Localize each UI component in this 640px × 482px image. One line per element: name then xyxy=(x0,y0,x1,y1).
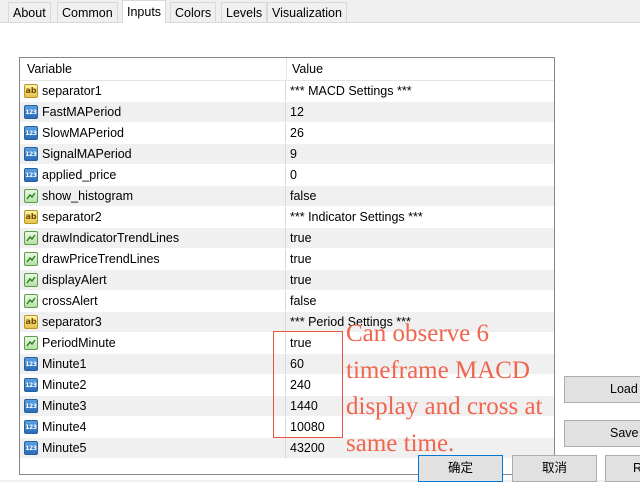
number-icon xyxy=(24,147,38,161)
table-row[interactable]: drawPriceTrendLines true xyxy=(20,249,554,270)
variable-cell[interactable]: Minute1 xyxy=(20,354,286,374)
value-cell[interactable]: true xyxy=(286,228,554,248)
variable-label: Minute3 xyxy=(42,399,87,413)
table-row[interactable]: separator1 *** MACD Settings *** xyxy=(20,81,554,102)
variable-cell[interactable]: separator3 xyxy=(20,312,286,332)
column-divider[interactable] xyxy=(286,58,287,81)
tab-levels[interactable]: Levels xyxy=(221,2,268,23)
number-icon xyxy=(24,441,38,455)
variable-label: displayAlert xyxy=(42,273,107,287)
annotation-text: Can observe 6 timeframe MACD display and… xyxy=(346,320,543,457)
variable-cell[interactable]: SlowMAPeriod xyxy=(20,123,286,143)
value-cell[interactable]: false xyxy=(286,291,554,311)
number-icon xyxy=(24,378,38,392)
variable-cell[interactable]: Minute4 xyxy=(20,417,286,437)
table-row[interactable]: SignalMAPeriod 9 xyxy=(20,144,554,165)
variable-label: drawIndicatorTrendLines xyxy=(42,231,180,245)
tab-about[interactable]: About xyxy=(8,2,51,23)
variable-label: separator1 xyxy=(42,84,102,98)
annotation-highlight-box xyxy=(273,331,343,438)
column-header-variable[interactable]: Variable xyxy=(27,58,72,80)
table-row[interactable]: displayAlert true xyxy=(20,270,554,291)
value-cell[interactable]: 0 xyxy=(286,165,554,185)
number-icon xyxy=(24,357,38,371)
table-row[interactable]: crossAlert false xyxy=(20,291,554,312)
value-cell[interactable]: true xyxy=(286,270,554,290)
table-row[interactable]: SlowMAPeriod 26 xyxy=(20,123,554,144)
variable-label: Minute1 xyxy=(42,357,87,371)
boolean-icon xyxy=(24,189,38,203)
tab-bar: About Common Inputs Colors Levels Visual… xyxy=(0,0,640,23)
boolean-icon xyxy=(24,273,38,287)
variable-cell[interactable]: separator2 xyxy=(20,207,286,227)
variable-cell[interactable]: displayAlert xyxy=(20,270,286,290)
variable-cell[interactable]: PeriodMinute xyxy=(20,333,286,353)
number-icon xyxy=(24,126,38,140)
column-header-value[interactable]: Value xyxy=(292,58,323,80)
variable-cell[interactable]: drawIndicatorTrendLines xyxy=(20,228,286,248)
variable-cell[interactable]: crossAlert xyxy=(20,291,286,311)
table-row[interactable]: separator2 *** Indicator Settings *** xyxy=(20,207,554,228)
variable-cell[interactable]: drawPriceTrendLines xyxy=(20,249,286,269)
value-cell[interactable]: false xyxy=(286,186,554,206)
variable-cell[interactable]: SignalMAPeriod xyxy=(20,144,286,164)
variable-label: Minute2 xyxy=(42,378,87,392)
boolean-icon xyxy=(24,336,38,350)
variable-label: PeriodMinute xyxy=(42,336,116,350)
table-header: Variable Value xyxy=(20,58,554,81)
variable-cell[interactable]: applied_price xyxy=(20,165,286,185)
boolean-icon xyxy=(24,231,38,245)
variable-label: crossAlert xyxy=(42,294,98,308)
number-icon xyxy=(24,105,38,119)
table-row[interactable]: show_histogram false xyxy=(20,186,554,207)
tab-colors[interactable]: Colors xyxy=(170,2,217,23)
variable-label: Minute4 xyxy=(42,420,87,434)
value-cell[interactable]: 26 xyxy=(286,123,554,143)
value-cell[interactable]: 12 xyxy=(286,102,554,122)
tab-inputs[interactable]: Inputs xyxy=(122,0,167,23)
value-cell[interactable]: *** MACD Settings *** xyxy=(286,81,554,101)
variable-cell[interactable]: separator1 xyxy=(20,81,286,101)
table-row[interactable]: FastMAPeriod 12 xyxy=(20,102,554,123)
variable-cell[interactable]: Minute2 xyxy=(20,375,286,395)
variable-label: applied_price xyxy=(42,168,117,182)
value-cell[interactable]: 9 xyxy=(286,144,554,164)
variable-label: SlowMAPeriod xyxy=(42,126,124,140)
table-row[interactable]: drawIndicatorTrendLines true xyxy=(20,228,554,249)
number-icon xyxy=(24,420,38,434)
value-cell[interactable]: *** Indicator Settings *** xyxy=(286,207,554,227)
number-icon xyxy=(24,399,38,413)
variable-label: FastMAPeriod xyxy=(42,105,122,119)
variable-cell[interactable]: Minute3 xyxy=(20,396,286,416)
tab-common[interactable]: Common xyxy=(57,2,118,23)
variable-label: show_histogram xyxy=(42,189,134,203)
variable-cell[interactable]: show_histogram xyxy=(20,186,286,206)
variable-label: separator3 xyxy=(42,315,102,329)
string-icon xyxy=(24,84,38,98)
tab-visualization[interactable]: Visualization xyxy=(267,2,347,23)
value-cell[interactable]: true xyxy=(286,249,554,269)
boolean-icon xyxy=(24,252,38,266)
boolean-icon xyxy=(24,294,38,308)
variable-label: drawPriceTrendLines xyxy=(42,252,160,266)
variable-label: Minute5 xyxy=(42,441,87,455)
variable-cell[interactable]: FastMAPeriod xyxy=(20,102,286,122)
variable-label: SignalMAPeriod xyxy=(42,147,132,161)
string-icon xyxy=(24,210,38,224)
table-row[interactable]: applied_price 0 xyxy=(20,165,554,186)
string-icon xyxy=(24,315,38,329)
variable-cell[interactable]: Minute5 xyxy=(20,438,286,458)
variable-label: separator2 xyxy=(42,210,102,224)
number-icon xyxy=(24,168,38,182)
